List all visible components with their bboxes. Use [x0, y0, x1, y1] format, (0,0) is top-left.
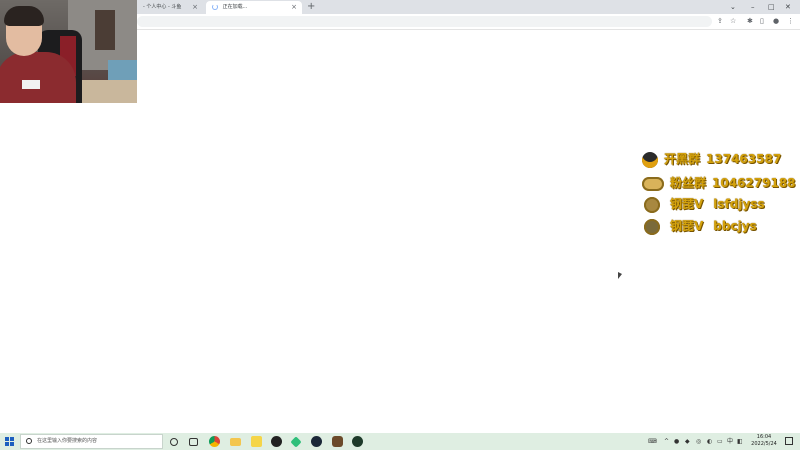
overlay-row-account-1: 钢琵V lsfdjyss — [644, 195, 765, 213]
tray-app-2-icon[interactable]: ◆ — [685, 437, 690, 446]
overlay-value: 1046279188 — [712, 176, 796, 190]
steam-icon[interactable] — [311, 436, 322, 447]
system-clock[interactable]: 16:04 2022/5/24 — [748, 434, 780, 448]
tray-chevron-icon[interactable]: ^ — [664, 437, 669, 446]
qq-icon[interactable] — [271, 436, 282, 447]
search-placeholder: 在这里输入你要搜索的内容 — [37, 438, 98, 444]
fan-badge-icon — [642, 176, 664, 191]
desk — [78, 80, 137, 103]
person-hair — [4, 6, 44, 26]
tab-label: - 个人中心 - 斗鱼 — [143, 4, 182, 10]
tab-personal-center[interactable]: - 个人中心 - 斗鱼 × — [137, 1, 203, 14]
battery-icon[interactable]: ▭ — [717, 437, 723, 446]
keyboard-icon[interactable]: ⌨ — [648, 437, 657, 446]
game-app-icon[interactable] — [332, 436, 343, 447]
gem-app-icon[interactable] — [290, 436, 302, 448]
overlay-label: 粉丝群 — [670, 176, 707, 190]
cortana-icon[interactable] — [170, 438, 178, 446]
maximize-button[interactable]: □ — [768, 0, 775, 14]
game-app-2-icon[interactable] — [352, 436, 363, 447]
taskbar: 在这里输入你要搜索的内容 ⌨ ^ ● ◆ ◎ ◐ ▭ 中 ◧ 16:04 202… — [0, 433, 800, 450]
overlay-row-fan-group: 粉丝群 1046279188 — [642, 174, 796, 192]
file-explorer-icon[interactable] — [230, 438, 241, 446]
sticky-notes-icon[interactable] — [251, 436, 262, 447]
overlay-value: bbcjys — [713, 219, 757, 233]
profile-icon[interactable]: ● — [773, 16, 779, 27]
tab-search-icon[interactable]: ⌄ — [730, 0, 736, 14]
person-body — [0, 52, 76, 103]
overlay-value: 137463587 — [706, 152, 782, 166]
overlay-row-qq-group: 开黑群 137463587 — [642, 150, 781, 168]
tab-close-icon[interactable]: × — [192, 1, 198, 14]
tab-label: 正在加载... — [222, 4, 248, 10]
webcam-overlay — [0, 0, 137, 103]
shirt-logo — [22, 80, 40, 89]
network-icon[interactable]: ◎ — [696, 437, 701, 446]
security-icon[interactable]: ◧ — [737, 437, 743, 446]
menu-icon[interactable]: ⋮ — [787, 16, 794, 27]
notification-icon[interactable] — [785, 437, 793, 445]
clock-time: 16:04 — [756, 434, 772, 440]
sidebar-icon[interactable]: ▯ — [760, 16, 764, 27]
extensions-icon[interactable]: ✱ — [747, 16, 753, 27]
overlay-label: 钢琵V — [670, 197, 704, 211]
taskbar-search-box[interactable]: 在这里输入你要搜索的内容 — [20, 434, 163, 449]
clock-date: 2022/5/24 — [751, 441, 777, 447]
tray-app-icon[interactable]: ● — [674, 437, 679, 446]
search-icon — [26, 438, 32, 444]
overlay-label: 开黑群 — [664, 152, 701, 166]
chrome-icon[interactable] — [209, 436, 220, 447]
overlay-row-account-2: 钢琵V bbcjys — [644, 217, 757, 235]
windows-start-icon[interactable] — [5, 437, 14, 446]
share-icon[interactable]: ⇪ — [717, 16, 723, 27]
input-method-icon[interactable]: 中 — [727, 437, 733, 446]
close-window-button[interactable]: ✕ — [785, 0, 791, 14]
hat-avatar-icon — [644, 218, 660, 235]
tab-close-icon[interactable]: × — [291, 1, 297, 14]
volume-icon[interactable]: ◐ — [707, 437, 712, 446]
king-avatar-icon — [644, 196, 660, 213]
address-bar[interactable] — [137, 16, 712, 27]
loading-spinner-icon — [212, 3, 218, 10]
tab-loading[interactable]: 正在加载... × — [206, 1, 302, 14]
shelf — [95, 10, 115, 50]
mouse-cursor-icon — [618, 272, 622, 279]
task-view-icon[interactable] — [189, 438, 198, 446]
minimize-button[interactable]: – — [751, 0, 755, 14]
star-icon[interactable]: ☆ — [730, 16, 736, 27]
overlay-label: 钢琵V — [670, 219, 704, 233]
overlay-value: lsfdjyss — [713, 197, 765, 211]
qq-penguin-icon — [642, 151, 658, 168]
new-tab-button[interactable]: + — [307, 0, 315, 14]
